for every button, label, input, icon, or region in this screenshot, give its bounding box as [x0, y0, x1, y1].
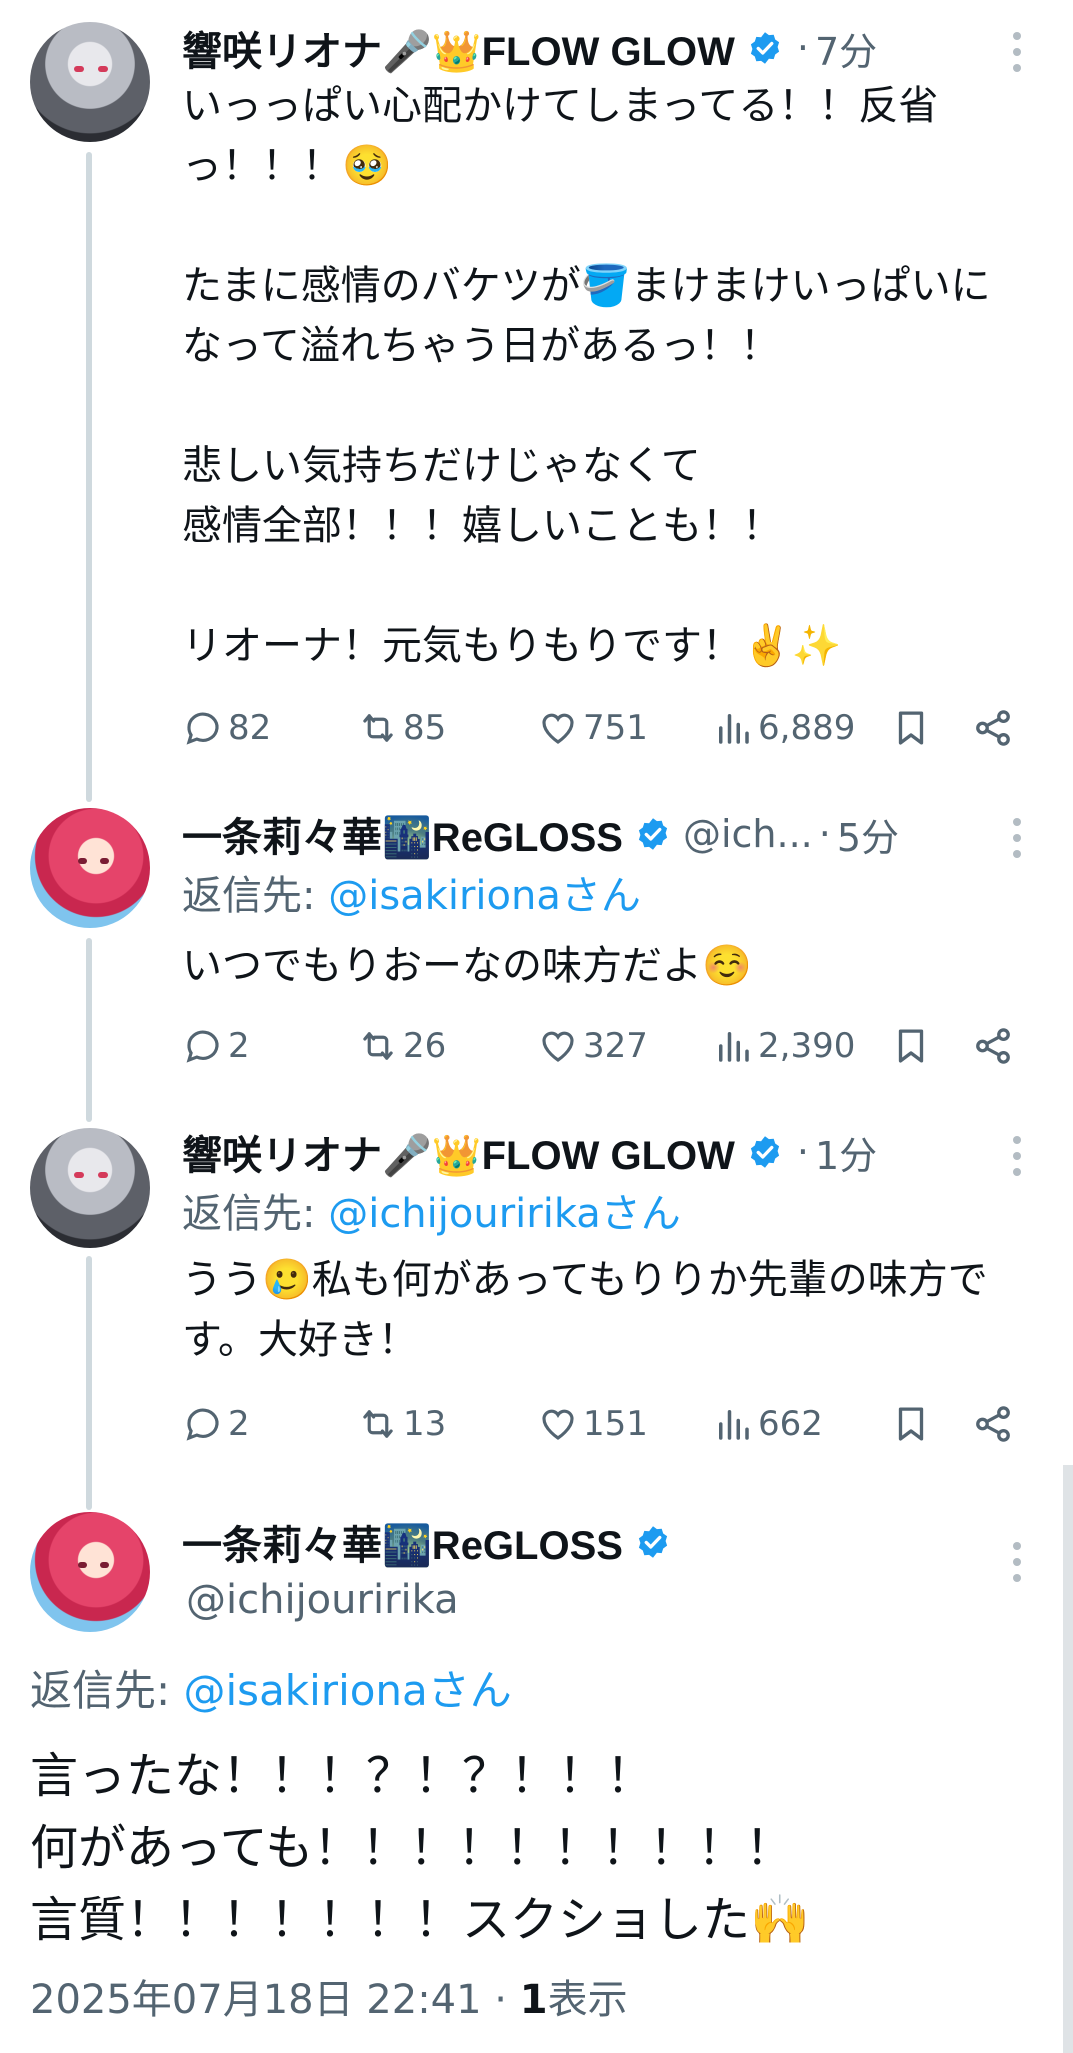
- tweet-header: 響咲リオナ🎤👑FLOW GLOW · 7分: [182, 18, 877, 78]
- reply-count: 2: [228, 1026, 250, 1066]
- share-icon[interactable]: [972, 1403, 1014, 1445]
- heart-icon: [542, 713, 574, 744]
- repost-button[interactable]: 26: [357, 1018, 446, 1074]
- repost-count: 26: [403, 1026, 447, 1066]
- reply-mention-link[interactable]: @isakirionaさん: [184, 1666, 512, 1715]
- tweet-actions: 2 26 327 2,390: [182, 1018, 1022, 1074]
- verified-badge-icon: [638, 1526, 668, 1558]
- main-tweet-header: 一条莉々華🌃ReGLOSS: [182, 1512, 679, 1572]
- bookmark-icon[interactable]: [890, 1025, 932, 1067]
- thread-line: [86, 152, 92, 802]
- verified-badge-icon: [638, 818, 668, 850]
- views-count: 6,889: [758, 708, 856, 748]
- reply-context: 返信先: @isakirionaさん: [182, 866, 641, 926]
- more-options-icon[interactable]: [1011, 1136, 1023, 1176]
- thread-line: [86, 1256, 92, 1510]
- avatar[interactable]: [30, 1128, 150, 1248]
- reply-button[interactable]: 2: [182, 1018, 250, 1074]
- tweet-text: いっっぱい心配かけてしまってる！！反省っ！！！🥹 たまに感情のバケツが🪣まけまけ…: [182, 83, 991, 669]
- views-count: 662: [758, 1404, 823, 1444]
- bookmark-icon[interactable]: [890, 707, 932, 749]
- repost-count: 13: [403, 1404, 447, 1444]
- post-date[interactable]: 2025年07月18日 22:41: [30, 1977, 482, 2023]
- separator-dot: ·: [796, 1130, 809, 1174]
- reply-button[interactable]: 2: [182, 1396, 250, 1452]
- reply-count: 2: [228, 1404, 250, 1444]
- views-button[interactable]: 662: [712, 1396, 823, 1452]
- handle[interactable]: @ich...: [683, 812, 813, 856]
- tweet-meta: 2025年07月18日 22:41 · 1表示: [30, 1970, 628, 2030]
- display-name[interactable]: 響咲リオナ🎤👑FLOW GLOW: [182, 1123, 735, 1181]
- tweet-text: いつでもりおーなの味方だよ☺️: [182, 943, 752, 989]
- like-count: 327: [583, 1026, 648, 1066]
- views-button[interactable]: 2,390: [712, 1018, 855, 1074]
- tweet-actions: 82 85 751 6,889: [182, 700, 1022, 756]
- timestamp[interactable]: 1分: [815, 1125, 877, 1180]
- share-icon[interactable]: [972, 1025, 1014, 1067]
- reply-prefix: 返信先:: [30, 1666, 184, 1715]
- reply-context: 返信先: @isakirionaさん: [30, 1660, 512, 1722]
- tweet-text: うう🥲私も何があってもりりか先輩の味方です。大好き！: [182, 1257, 988, 1363]
- separator-dot: ·: [818, 812, 831, 856]
- views-count: 2,390: [758, 1026, 856, 1066]
- reply-prefix: 返信先:: [182, 873, 329, 919]
- views-chart-icon: [719, 714, 749, 744]
- tweet-actions: 2 13 151 662: [182, 1396, 1022, 1452]
- avatar[interactable]: [30, 1512, 150, 1632]
- handle[interactable]: @ichijouririka: [186, 1572, 459, 1628]
- separator-dot: ·: [796, 26, 809, 70]
- thread-line: [86, 938, 92, 1122]
- bookmark-icon[interactable]: [890, 1403, 932, 1445]
- repost-button[interactable]: 85: [357, 700, 446, 756]
- display-name[interactable]: 響咲リオナ🎤👑FLOW GLOW: [182, 19, 735, 77]
- share-icon[interactable]: [972, 707, 1014, 749]
- timestamp[interactable]: 5分: [837, 807, 899, 862]
- reply-prefix: 返信先:: [182, 1191, 329, 1237]
- reply-mention-link[interactable]: @ichijouririkaさん: [328, 1191, 681, 1237]
- avatar[interactable]: [30, 22, 150, 142]
- reply-context: 返信先: @ichijouririkaさん: [182, 1184, 681, 1244]
- tweet-text: 言ったな！！！？！？！！！ 何があっても！！！！！！！！！！ 言質！！！！！！！…: [30, 1748, 810, 1948]
- like-button[interactable]: 751: [537, 700, 648, 756]
- repost-icon: [363, 1410, 393, 1438]
- tweet-header: 一条莉々華🌃ReGLOSS @ich... · 5分: [182, 804, 899, 864]
- reply-icon: [186, 1408, 219, 1441]
- heart-icon: [542, 1031, 574, 1062]
- repost-count: 85: [403, 708, 447, 748]
- timestamp[interactable]: 7分: [815, 21, 877, 76]
- like-button[interactable]: 151: [537, 1396, 648, 1452]
- views-count: 1: [519, 1977, 548, 2023]
- repost-button[interactable]: 13: [357, 1396, 446, 1452]
- scrollbar[interactable]: [1063, 1465, 1073, 2053]
- repost-icon: [363, 1032, 393, 1060]
- separator-dot: ·: [481, 1977, 520, 2023]
- like-button[interactable]: 327: [537, 1018, 648, 1074]
- like-count: 151: [583, 1404, 648, 1444]
- display-name[interactable]: 一条莉々華🌃ReGLOSS: [182, 805, 623, 863]
- views-chart-icon: [719, 1032, 749, 1062]
- repost-icon: [363, 714, 393, 742]
- reply-mention-link[interactable]: @isakirionaさん: [328, 873, 641, 919]
- verified-badge-icon: [750, 32, 779, 64]
- reply-count: 82: [228, 708, 272, 748]
- heart-icon: [542, 1409, 574, 1440]
- more-options-icon[interactable]: [1011, 1542, 1023, 1582]
- more-options-icon[interactable]: [1011, 818, 1023, 858]
- reply-icon: [186, 712, 219, 745]
- like-count: 751: [583, 708, 648, 748]
- verified-badge-icon: [750, 1136, 779, 1168]
- tweet-header: 響咲リオナ🎤👑FLOW GLOW · 1分: [182, 1122, 877, 1182]
- reply-button[interactable]: 82: [182, 700, 271, 756]
- more-options-icon[interactable]: [1011, 32, 1023, 72]
- avatar[interactable]: [30, 808, 150, 928]
- views-button[interactable]: 6,889: [712, 700, 855, 756]
- display-name[interactable]: 一条莉々華🌃ReGLOSS: [182, 1513, 623, 1571]
- views-chart-icon: [719, 1410, 749, 1440]
- views-label: 表示: [547, 1977, 628, 2023]
- reply-icon: [186, 1030, 219, 1063]
